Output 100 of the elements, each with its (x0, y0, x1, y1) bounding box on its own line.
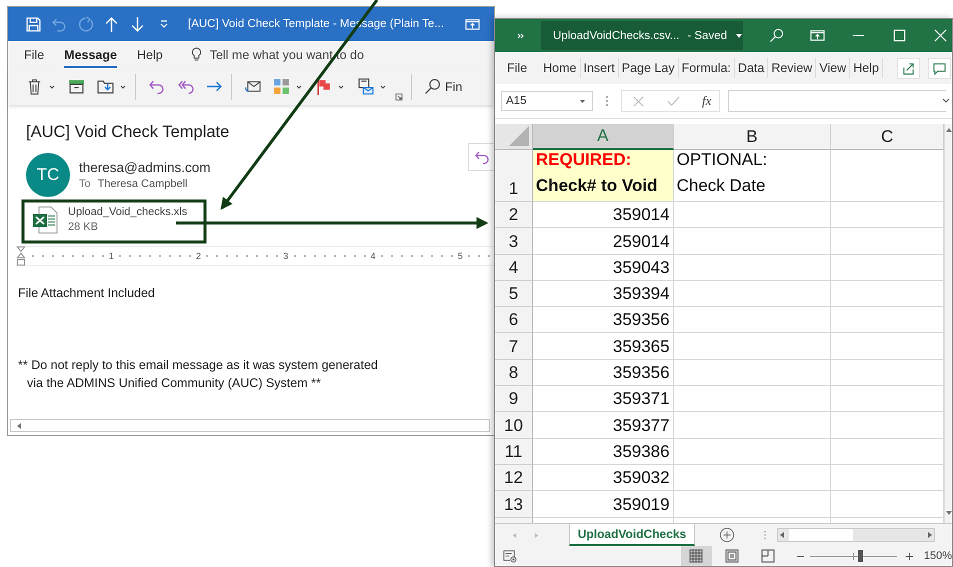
comment-icon (932, 62, 946, 74)
row-header[interactable]: 4 (495, 254, 533, 281)
dialog-launcher-icon[interactable] (395, 93, 403, 101)
column-header[interactable]: A (532, 124, 674, 150)
expand-icon[interactable] (942, 98, 950, 104)
row-header[interactable]: 11 (495, 438, 533, 465)
table-cell: 359394 (532, 280, 674, 308)
row-header[interactable]: 7 (495, 333, 533, 360)
caret-icon[interactable] (48, 82, 56, 90)
file-name-button[interactable]: UploadVoidChecks.csv... - Saved (541, 21, 743, 50)
ribbon-tab[interactable]: Home (540, 58, 580, 78)
flag-icon[interactable] (315, 78, 332, 95)
lightbulb-icon (190, 47, 202, 62)
scroll-thumb[interactable] (789, 529, 853, 541)
find-button[interactable]: Fin (445, 80, 462, 94)
ribbon-tab[interactable]: View (816, 58, 850, 78)
close-icon[interactable] (933, 28, 948, 43)
grid-icon (689, 549, 704, 563)
row-header[interactable]: 8 (495, 360, 533, 386)
insert-function-button[interactable]: fx (702, 93, 712, 109)
table-cell: 359386 (532, 438, 674, 465)
ruler-number: 2 (194, 251, 202, 261)
formula-input[interactable] (728, 90, 946, 112)
ribbon-tab[interactable]: Formula: (678, 58, 735, 78)
caret-icon (735, 32, 743, 38)
caret-icon[interactable] (337, 82, 345, 90)
to-label: To (79, 178, 91, 190)
down-arrow-icon[interactable] (129, 16, 146, 32)
indent-marker-icon[interactable] (16, 246, 26, 266)
move-icon[interactable] (97, 78, 114, 95)
customize-icon[interactable] (159, 19, 169, 29)
table-cell: 359356 (532, 360, 674, 386)
categorize-icon[interactable] (273, 78, 290, 95)
maximize-icon[interactable] (892, 28, 907, 43)
scroll-left-icon[interactable] (778, 531, 786, 539)
scroll-down-icon[interactable] (945, 509, 952, 517)
column-header[interactable]: C (831, 124, 944, 150)
ribbon-tab[interactable]: File (24, 41, 44, 68)
recipient-name: Theresa Campbell (98, 178, 188, 190)
scroll-left-icon[interactable] (15, 420, 23, 430)
archive-icon[interactable] (68, 78, 85, 95)
column-header[interactable]: B (674, 124, 832, 150)
triangle-icon (508, 126, 529, 146)
grip-icon (605, 94, 609, 108)
message-text: ** Do not reply to this email message as it was system generated (18, 358, 379, 372)
ribbon-tab[interactable]: Help (136, 41, 163, 68)
row-header[interactable]: 5 (495, 280, 533, 308)
add-sheet-icon[interactable] (719, 527, 735, 543)
accessibility-icon[interactable] (503, 549, 517, 563)
message-text: via the ADMINS Unified Community (AUC) System ** (27, 376, 322, 390)
attachment-card[interactable]: Upload_Void_checks.xls 28 KB (26, 201, 206, 238)
checkmark-icon[interactable] (667, 94, 680, 108)
search-icon[interactable] (769, 28, 784, 43)
ruler-number: 5 (456, 251, 464, 261)
row-header[interactable]: 12 (495, 464, 533, 492)
spreadsheet-file-icon (32, 206, 58, 234)
reply-all-icon[interactable] (177, 78, 194, 95)
comments-button[interactable] (928, 58, 951, 78)
scroll-right-icon[interactable] (926, 531, 934, 539)
row-header[interactable]: 9 (495, 386, 533, 412)
page-break-icon (760, 549, 775, 563)
share-icon (902, 62, 915, 74)
horizontal-scrollbar[interactable] (10, 419, 490, 432)
caret-icon[interactable] (295, 82, 303, 90)
table-cell: 359365 (532, 333, 674, 360)
ribbon-tab[interactable]: File (504, 58, 530, 78)
caret-icon[interactable] (379, 82, 387, 90)
ribbon-tab[interactable]: Insert (580, 58, 619, 78)
delete-icon[interactable] (26, 78, 43, 95)
share-button[interactable] (896, 58, 920, 78)
horizontal-scrollbar[interactable] (777, 528, 935, 542)
name-box[interactable]: A15 (501, 91, 593, 111)
sheet-tab[interactable]: UploadVoidChecks (569, 524, 695, 546)
ribbon-display-icon[interactable] (465, 16, 480, 32)
normal-view-button[interactable] (680, 546, 712, 566)
ribbon-display-icon[interactable] (810, 28, 825, 43)
row-header[interactable]: 1 (495, 150, 533, 202)
zoom-level[interactable]: 150% (924, 550, 952, 562)
row-header[interactable]: 3 (495, 228, 533, 255)
ribbon-tab[interactable]: Help (850, 58, 883, 78)
row-header[interactable]: 10 (495, 412, 533, 439)
zoom-in-icon[interactable] (904, 552, 914, 560)
ribbon-tab[interactable]: Page Lay (618, 58, 679, 78)
up-arrow-icon[interactable] (103, 16, 120, 32)
row-header[interactable]: 6 (495, 307, 533, 334)
row-header[interactable]: 2 (495, 202, 533, 228)
caret-icon[interactable] (119, 82, 127, 90)
search-icon[interactable] (424, 78, 441, 95)
reply-icon[interactable] (148, 78, 165, 95)
ribbon-tab[interactable]: Data (734, 58, 768, 78)
mail-tool-icon[interactable] (357, 78, 374, 95)
row-header[interactable]: 13 (495, 491, 533, 518)
ribbon-tab[interactable]: Review (768, 58, 816, 78)
chevron-icon[interactable] (516, 30, 526, 40)
vertical-scrollbar[interactable] (944, 124, 952, 523)
avatar: TC (26, 153, 70, 197)
save-icon[interactable] (25, 16, 42, 32)
table-cell: 359356 (532, 307, 674, 334)
grip-icon (763, 529, 767, 541)
attachment-size: 28 KB (68, 221, 99, 233)
